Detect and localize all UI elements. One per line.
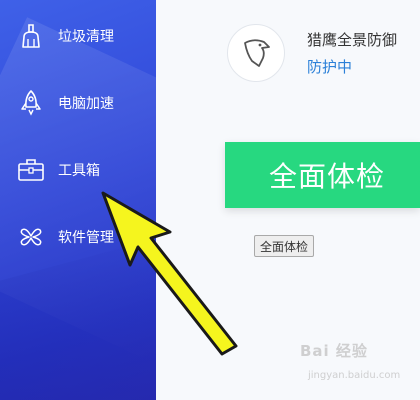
sidebar-item-software-manager[interactable]: 软件管理 (0, 217, 156, 257)
full-checkup-button[interactable]: 全面体检 (225, 142, 420, 208)
full-checkup-small-button[interactable]: 全面体检 (254, 235, 315, 257)
sidebar-item-toolbox[interactable]: 工具箱 (0, 150, 156, 190)
sidebar: 垃圾清理 电脑加速 工具箱 软件管理 (0, 0, 156, 400)
watermark-text: Bai 经验 (300, 342, 368, 360)
software-manager-icon (17, 223, 45, 251)
watermark: Bai 经验 jingyan.baidu.com (300, 340, 418, 396)
sidebar-item-pc-speedup[interactable]: 电脑加速 (0, 83, 156, 123)
toolbox-icon (17, 156, 45, 184)
sidebar-item-junk-cleanup[interactable]: 垃圾清理 (0, 16, 156, 56)
protection-status: 防护中 (307, 58, 353, 76)
sidebar-item-label: 工具箱 (58, 163, 100, 179)
broom-icon (17, 22, 45, 50)
eagle-icon (227, 24, 285, 82)
sidebar-item-label: 软件管理 (58, 230, 114, 246)
rocket-icon (17, 89, 45, 117)
watermark-subtext: jingyan.baidu.com (308, 370, 401, 381)
sidebar-item-label: 垃圾清理 (58, 29, 114, 45)
sidebar-item-label: 电脑加速 (58, 96, 114, 112)
product-name: 猎鹰全景防御 (307, 31, 398, 49)
